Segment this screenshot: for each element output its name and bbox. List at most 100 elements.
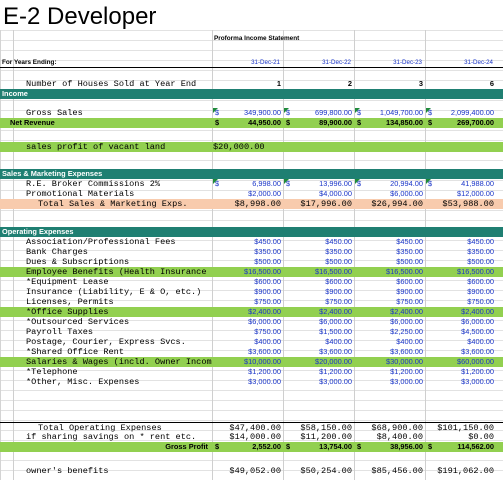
year-header[interactable]: 31-Dec-24 xyxy=(426,58,497,67)
houses-value[interactable]: 1 xyxy=(213,79,284,89)
value-cell[interactable]: 269,700.00 xyxy=(438,118,497,128)
value-cell[interactable]: $2,400.00 xyxy=(426,307,497,317)
value-cell[interactable]: 114,562.00 xyxy=(438,442,497,452)
value-cell[interactable]: 44,950.00 xyxy=(225,118,284,128)
year-header[interactable]: 31-Dec-21 xyxy=(213,58,284,67)
value-cell[interactable]: $6,000.00 xyxy=(213,317,284,327)
value-cell[interactable]: $450.00 xyxy=(355,237,426,247)
value-cell[interactable]: $3,000.00 xyxy=(213,377,284,387)
value-cell[interactable]: $1,200.00 xyxy=(213,367,284,377)
value-cell[interactable]: $8,998.00 xyxy=(213,199,284,209)
value-cell[interactable]: $3,600.00 xyxy=(213,347,284,357)
value-cell[interactable]: $350.00 xyxy=(213,247,284,257)
value-cell[interactable]: $900.00 xyxy=(355,287,426,297)
value-cell[interactable]: $350.00 xyxy=(355,247,426,257)
value-cell[interactable]: $600.00 xyxy=(426,277,497,287)
value-cell[interactable]: 38,956.00 xyxy=(367,442,426,452)
value-cell[interactable]: $4,000.00 xyxy=(284,189,355,199)
value-cell[interactable]: 699,800.00 xyxy=(296,108,355,118)
value-cell[interactable]: 41,988.00 xyxy=(438,179,497,189)
value-cell[interactable]: $17,996.00 xyxy=(284,199,355,209)
value-cell[interactable]: $600.00 xyxy=(355,277,426,287)
year-header[interactable]: 31-Dec-23 xyxy=(355,58,426,67)
value-cell[interactable]: $600.00 xyxy=(213,277,284,287)
value-cell[interactable]: $3,600.00 xyxy=(355,347,426,357)
value-cell[interactable]: $14,000.00 xyxy=(213,432,284,442)
value-cell[interactable]: $1,500.00 xyxy=(284,327,355,337)
value-cell[interactable]: $68,900.00 xyxy=(355,423,426,432)
value-cell[interactable]: $60,000.00 xyxy=(426,357,497,367)
value-cell[interactable]: $12,000.00 xyxy=(426,189,497,199)
value-cell[interactable]: $3,000.00 xyxy=(284,377,355,387)
year-header[interactable]: 31-Dec-22 xyxy=(284,58,355,67)
value-cell[interactable]: $750.00 xyxy=(284,297,355,307)
value-cell[interactable]: 2,552.00 xyxy=(225,442,284,452)
value-cell[interactable]: 2,099,400.00 xyxy=(438,108,497,118)
value-cell[interactable]: $2,400.00 xyxy=(284,307,355,317)
value-cell[interactable]: $450.00 xyxy=(213,237,284,247)
value-cell[interactable]: $3,600.00 xyxy=(426,347,497,357)
value-cell[interactable]: $10,000.00 xyxy=(213,357,284,367)
value-cell[interactable]: $750.00 xyxy=(355,297,426,307)
value-cell[interactable]: $101,150.00 xyxy=(426,423,497,432)
value-cell[interactable]: $450.00 xyxy=(426,237,497,247)
value-cell[interactable]: $0.00 xyxy=(426,432,497,442)
value-cell[interactable]: $2,000.00 xyxy=(213,189,284,199)
value-cell[interactable]: $4,500.00 xyxy=(426,327,497,337)
value-cell[interactable]: $500.00 xyxy=(284,257,355,267)
vacant-land-value[interactable]: $20,000.00 xyxy=(213,142,284,152)
value-cell[interactable]: $20,000.00 xyxy=(284,357,355,367)
houses-value[interactable]: 2 xyxy=(284,79,355,89)
value-cell[interactable]: $6,000.00 xyxy=(355,189,426,199)
value-cell[interactable]: $450.00 xyxy=(284,237,355,247)
value-cell[interactable]: $1,200.00 xyxy=(355,367,426,377)
value-cell[interactable]: $85,456.00 xyxy=(355,466,426,476)
value-cell[interactable]: $350.00 xyxy=(426,247,497,257)
value-cell[interactable]: $3,600.00 xyxy=(284,347,355,357)
value-cell[interactable]: 13,754.00 xyxy=(296,442,355,452)
value-cell[interactable]: $1,200.00 xyxy=(426,367,497,377)
value-cell[interactable]: $49,052.00 xyxy=(213,466,284,476)
value-cell[interactable]: $400.00 xyxy=(355,337,426,347)
value-cell[interactable]: 89,900.00 xyxy=(296,118,355,128)
value-cell[interactable]: $750.00 xyxy=(426,297,497,307)
value-cell[interactable]: $16,500.00 xyxy=(213,267,284,277)
value-cell[interactable]: $191,062.00 xyxy=(426,466,497,476)
value-cell[interactable]: $900.00 xyxy=(284,287,355,297)
houses-value[interactable]: 3 xyxy=(355,79,426,89)
value-cell[interactable]: $47,400.00 xyxy=(213,423,284,432)
value-cell[interactable]: $50,254.00 xyxy=(284,466,355,476)
value-cell[interactable]: $16,500.00 xyxy=(284,267,355,277)
value-cell[interactable]: $6,000.00 xyxy=(355,317,426,327)
value-cell[interactable]: 20,994.00 xyxy=(367,179,426,189)
value-cell[interactable]: $500.00 xyxy=(213,257,284,267)
value-cell[interactable]: $8,400.00 xyxy=(355,432,426,442)
value-cell[interactable]: $26,994.00 xyxy=(355,199,426,209)
value-cell[interactable]: $3,000.00 xyxy=(355,377,426,387)
value-cell[interactable]: $400.00 xyxy=(213,337,284,347)
value-cell[interactable]: $400.00 xyxy=(284,337,355,347)
value-cell[interactable]: $1,200.00 xyxy=(284,367,355,377)
value-cell[interactable]: $900.00 xyxy=(426,287,497,297)
value-cell[interactable]: $3,000.00 xyxy=(426,377,497,387)
value-cell[interactable]: 134,850.00 xyxy=(367,118,426,128)
value-cell[interactable]: $58,150.00 xyxy=(284,423,355,432)
value-cell[interactable]: $6,000.00 xyxy=(284,317,355,327)
value-cell[interactable]: $400.00 xyxy=(426,337,497,347)
value-cell[interactable]: 1,049,700.00 xyxy=(367,108,426,118)
value-cell[interactable]: $750.00 xyxy=(213,297,284,307)
value-cell[interactable]: $500.00 xyxy=(426,257,497,267)
value-cell[interactable]: $16,500.00 xyxy=(426,267,497,277)
value-cell[interactable]: 13,996.00 xyxy=(296,179,355,189)
value-cell[interactable]: $2,400.00 xyxy=(213,307,284,317)
value-cell[interactable]: $16,500.00 xyxy=(355,267,426,277)
value-cell[interactable]: $500.00 xyxy=(355,257,426,267)
value-cell[interactable]: 349,900.00 xyxy=(225,108,284,118)
houses-value[interactable]: 6 xyxy=(426,79,497,89)
value-cell[interactable]: $6,000.00 xyxy=(426,317,497,327)
value-cell[interactable]: $30,000.00 xyxy=(355,357,426,367)
value-cell[interactable]: $900.00 xyxy=(213,287,284,297)
value-cell[interactable]: $2,250.00 xyxy=(355,327,426,337)
value-cell[interactable]: $11,200.00 xyxy=(284,432,355,442)
value-cell[interactable]: $750.00 xyxy=(213,327,284,337)
